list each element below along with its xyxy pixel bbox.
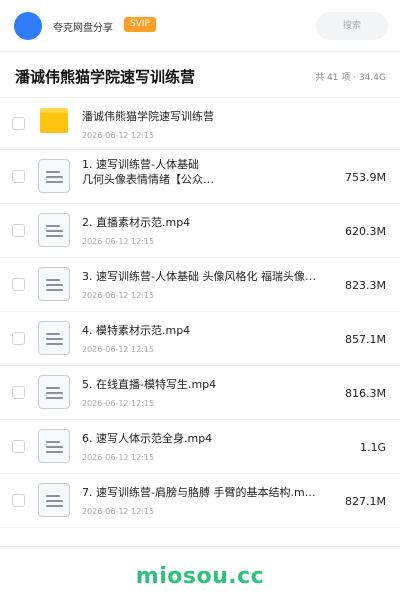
item-size: 620.3M bbox=[345, 225, 386, 238]
item-date: 2026-06-12 12:15 bbox=[82, 237, 155, 246]
item-date: 2026-06-12 12:15 bbox=[82, 345, 155, 354]
select-checkbox[interactable] bbox=[12, 386, 25, 399]
select-checkbox[interactable] bbox=[12, 278, 25, 291]
select-checkbox[interactable] bbox=[12, 332, 25, 345]
item-size: 1.1G bbox=[359, 441, 386, 454]
list-item[interactable]: 1. 速写训练营-人体基础 几何头像表情情绪【公众… 753.9M bbox=[0, 150, 400, 204]
document-icon bbox=[38, 159, 70, 193]
folder-header: 潘诚伟熊猫学院速写训练营 共 41 项 · 34.4G bbox=[0, 52, 400, 98]
select-checkbox[interactable] bbox=[12, 170, 25, 183]
list-item[interactable]: 6. 速写人体示范全身.mp4 2026-06-12 12:15 1.1G bbox=[0, 420, 400, 474]
item-size: 857.1M bbox=[345, 333, 386, 346]
site-watermark: miosou.cc bbox=[135, 564, 265, 589]
item-date: 2026-06-12 12:15 bbox=[82, 399, 155, 408]
svip-badge: SVIP bbox=[124, 17, 156, 32]
avatar[interactable] bbox=[14, 12, 42, 40]
document-icon bbox=[38, 321, 70, 355]
document-icon bbox=[38, 483, 70, 517]
item-name: 5. 在线直播-模特写生.mp4 bbox=[82, 378, 217, 391]
item-name: 潘诚伟熊猫学院速写训练营 bbox=[82, 110, 214, 123]
item-size: 816.3M bbox=[345, 387, 386, 400]
list-item[interactable]: 4. 模特素材示范.mp4 2026-06-12 12:15 857.1M bbox=[0, 312, 400, 366]
file-list: 潘诚伟熊猫学院速写训练营 2026-06-12 12:15 1. 速写训练营-人… bbox=[0, 98, 400, 528]
item-date: 2026-06-12 12:15 bbox=[82, 507, 155, 516]
top-bar: 夸克网盘分享 SVIP bbox=[0, 0, 400, 52]
document-icon bbox=[38, 213, 70, 247]
select-checkbox[interactable] bbox=[12, 117, 25, 130]
item-date: 2026-06-12 12:15 bbox=[82, 131, 155, 140]
page-title: 潘诚伟熊猫学院速写训练营 bbox=[15, 68, 196, 86]
list-item[interactable]: 3. 速写训练营-人体基础 头像风格化 福瑞头像.… 2026-06-12 12… bbox=[0, 258, 400, 312]
list-item[interactable]: 5. 在线直播-模特写生.mp4 2026-06-12 12:15 816.3M bbox=[0, 366, 400, 420]
folder-meta: 共 41 项 · 34.4G bbox=[315, 73, 386, 83]
item-size: 753.9M bbox=[345, 171, 386, 184]
item-name: 3. 速写训练营-人体基础 头像风格化 福瑞头像.… bbox=[82, 270, 317, 283]
item-name-line1: 1. 速写训练营-人体基础 bbox=[82, 158, 199, 171]
footer: miosou.cc bbox=[0, 546, 400, 600]
item-size: 827.1M bbox=[345, 495, 386, 508]
item-name: 7. 速写训练营-肩膀与胳膊 手臂的基本结构.mp4 bbox=[82, 486, 317, 499]
item-date: 2026-06-12 12:15 bbox=[82, 453, 155, 462]
select-checkbox[interactable] bbox=[12, 224, 25, 237]
list-item[interactable]: 2. 直播素材示范.mp4 2026-06-12 12:15 620.3M bbox=[0, 204, 400, 258]
list-item-folder[interactable]: 潘诚伟熊猫学院速写训练营 2026-06-12 12:15 bbox=[0, 98, 400, 150]
item-name: 6. 速写人体示范全身.mp4 bbox=[82, 432, 213, 445]
list-item[interactable]: 7. 速写训练营-肩膀与胳膊 手臂的基本结构.mp4 2026-06-12 12… bbox=[0, 474, 400, 528]
item-name: 2. 直播素材示范.mp4 bbox=[82, 216, 191, 229]
select-checkbox[interactable] bbox=[12, 494, 25, 507]
folder-icon bbox=[40, 108, 68, 133]
search-input[interactable] bbox=[316, 12, 388, 40]
document-icon bbox=[38, 375, 70, 409]
select-checkbox[interactable] bbox=[12, 440, 25, 453]
item-date: 2026-06-12 12:15 bbox=[82, 291, 155, 300]
item-name: 1. 速写训练营-人体基础 几何头像表情情绪【公众… bbox=[82, 157, 214, 187]
item-name: 4. 模特素材示范.mp4 bbox=[82, 324, 191, 337]
item-name-line2: 几何头像表情情绪【公众… bbox=[82, 173, 214, 186]
document-icon bbox=[38, 267, 70, 301]
document-icon bbox=[38, 429, 70, 463]
sharer-name: 夸克网盘分享 bbox=[53, 23, 113, 34]
item-size: 823.3M bbox=[345, 279, 386, 292]
